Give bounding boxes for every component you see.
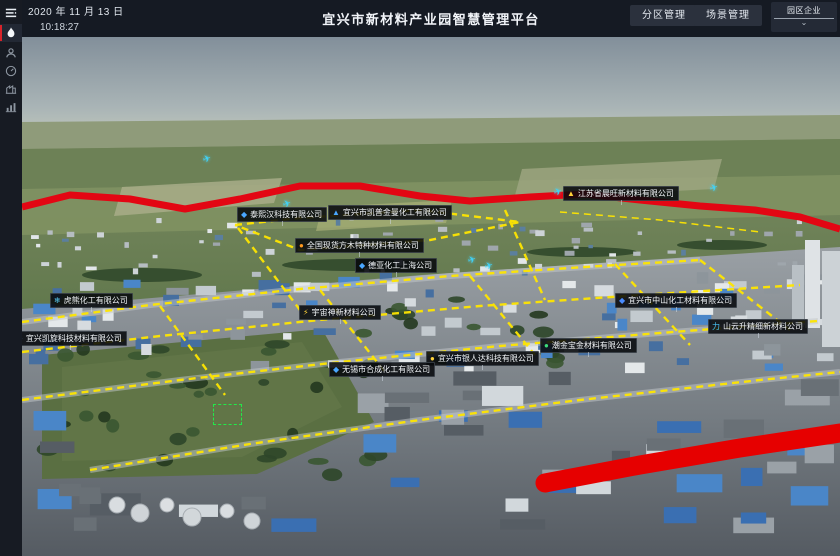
- company-label-text: 德亚化工上海公司: [368, 260, 432, 271]
- scene-management-button[interactable]: 场景管理: [694, 5, 762, 26]
- marker-icon: ●: [299, 242, 304, 250]
- marker-icon: ⚡: [303, 309, 309, 317]
- company-label-text: 山云升精细新材料公司: [723, 321, 803, 332]
- company-label[interactable]: ●潮金宝金材料有限公司: [540, 338, 637, 353]
- person-icon: [5, 47, 17, 59]
- zone-management-button[interactable]: 分区管理: [630, 5, 698, 26]
- marker-icon: ▲: [567, 190, 575, 198]
- park-enterprise-dropdown[interactable]: 园区企业 ⌄: [771, 2, 837, 32]
- company-label-text: 宜兴凯旋科技材料有限公司: [26, 333, 122, 344]
- company-label[interactable]: ◆德亚化工上海公司: [355, 258, 437, 273]
- company-label[interactable]: ❄虎熊化工有限公司: [50, 293, 133, 308]
- sidebar-item-hamburger[interactable]: [0, 4, 22, 22]
- company-label-text: 宇宙神新材料公司: [312, 307, 376, 318]
- company-label-text: 虎熊化工有限公司: [64, 295, 128, 306]
- marker-icon: ▲: [332, 209, 340, 217]
- company-label[interactable]: 力山云升精细新材料公司: [708, 319, 808, 334]
- selection-marquee: [213, 404, 242, 425]
- company-label-text: 潮金宝金材料有限公司: [552, 340, 632, 351]
- company-label-text: 宜兴市银人达科技有限公司: [438, 353, 534, 364]
- gauge-icon: [5, 65, 17, 77]
- chevron-down-icon: ⌄: [771, 19, 837, 26]
- company-label[interactable]: ◆泰熙汉科技有限公司: [237, 207, 327, 222]
- sidebar-item-flame[interactable]: [0, 24, 22, 42]
- company-label-text: 江苏省晨旺新材料有限公司: [578, 188, 674, 199]
- marker-icon: ◆: [619, 297, 625, 305]
- marker-icon: ◆: [359, 262, 365, 270]
- sidebar-item-factory[interactable]: [0, 80, 22, 98]
- company-label-text: 全国现货方木特种材料有限公司: [307, 240, 419, 251]
- company-label[interactable]: ◆无锡市合成化工有限公司: [329, 362, 435, 377]
- company-label[interactable]: ▲江苏省晨旺新材料有限公司: [563, 186, 679, 201]
- factory-icon: [5, 83, 17, 95]
- header-bar: 2020 年 11 月 13 日 10:18:27 宜兴市新材料产业园智慧管理平…: [22, 0, 840, 37]
- company-label[interactable]: ▲宜兴市凯普金曼化工有限公司: [328, 205, 452, 220]
- marker-icon: ●: [544, 342, 549, 350]
- company-label-text: 宜兴市凯普金曼化工有限公司: [343, 207, 447, 218]
- park-enterprise-label: 园区企业: [771, 2, 837, 16]
- bar-chart-icon: [5, 101, 17, 113]
- sidebar-item-bar-chart[interactable]: [0, 98, 22, 116]
- sidebar: [0, 0, 22, 556]
- sidebar-item-gauge[interactable]: [0, 62, 22, 80]
- flame-icon: [5, 27, 17, 39]
- marker-icon: ◆: [241, 211, 247, 219]
- company-label[interactable]: ●宜兴凯旋科技材料有限公司: [14, 331, 127, 346]
- marker-icon: ◆: [333, 366, 339, 374]
- hamburger-icon: [5, 7, 17, 19]
- company-label[interactable]: ◆宜兴市中山化工材料有限公司: [615, 293, 737, 308]
- sidebar-item-person[interactable]: [0, 44, 22, 62]
- company-label[interactable]: ●宜兴市银人达科技有限公司: [426, 351, 539, 366]
- company-label-text: 泰熙汉科技有限公司: [250, 209, 322, 220]
- company-label[interactable]: ●全国现货方木特种材料有限公司: [295, 238, 424, 253]
- app-window: 2020 年 11 月 13 日 10:18:27 宜兴市新材料产业园智慧管理平…: [0, 0, 840, 556]
- marker-icon: ❄: [54, 297, 61, 305]
- company-label-text: 宜兴市中山化工材料有限公司: [628, 295, 732, 306]
- marker-icon: 力: [712, 323, 720, 331]
- company-label[interactable]: ⚡宇宙神新材料公司: [299, 305, 381, 320]
- company-label-text: 无锡市合成化工有限公司: [342, 364, 430, 375]
